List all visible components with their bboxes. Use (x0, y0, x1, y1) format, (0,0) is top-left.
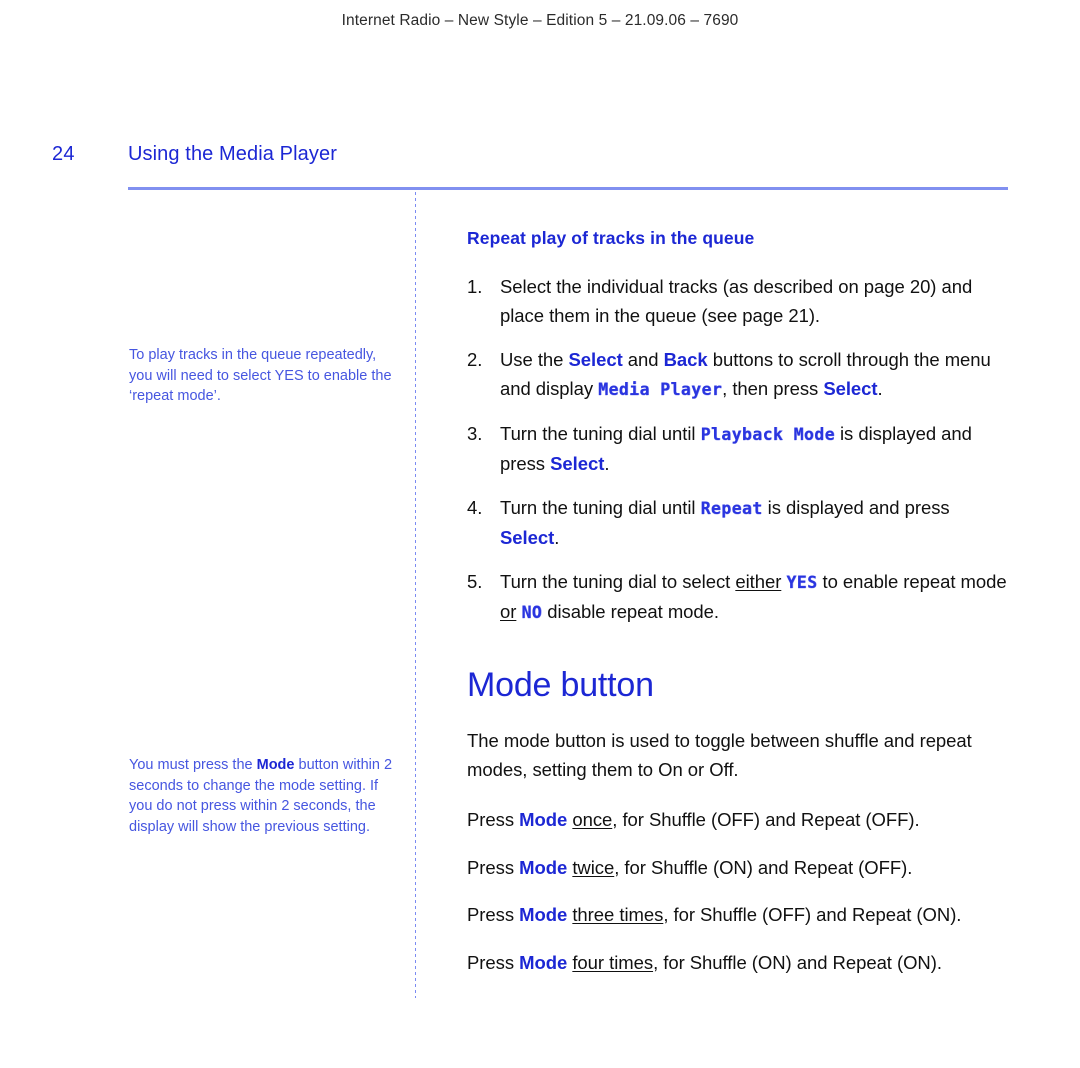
section-heading-repeat-play: Repeat play of tracks in the queue (467, 228, 755, 248)
running-header: Internet Radio – New Style – Edition 5 –… (341, 12, 739, 29)
margin-note-repeat-mode: To play tracks in the queue repeatedly, … (129, 347, 392, 405)
column-divider (415, 192, 416, 998)
main-content-column: Repeat play of tracks in the queue 1. Se… (467, 228, 1012, 996)
step-text: Use the Select and Back buttons to scrol… (500, 349, 991, 399)
press-mode-three-times-line: Press Mode three times, for Shuffle (OFF… (467, 904, 962, 925)
title-horizontal-rule (128, 187, 1008, 190)
step-text: Turn the tuning dial until Repeat is dis… (500, 497, 950, 548)
list-item: 5. Turn the tuning dial to select either… (467, 568, 1012, 627)
step-text: Turn the tuning dial to select either YE… (500, 571, 1007, 622)
step-text: Select the individual tracks (as describ… (500, 276, 973, 326)
key-name: Select (568, 349, 623, 370)
press-mode-twice-line: Press Mode twice, for Shuffle (ON) and R… (467, 856, 913, 878)
underlined-text: either (735, 571, 782, 592)
lcd-display-text: Media Player (598, 379, 723, 399)
step-number: 1. (467, 276, 483, 297)
lcd-display-text: YES (786, 573, 818, 592)
key-name: Back (663, 349, 708, 370)
step-number: 2. (467, 349, 483, 370)
key-name: Mode (519, 951, 568, 973)
underlined-text: twice (572, 856, 615, 878)
page-number: 24 (52, 143, 75, 165)
page-title-row: 24 Using the Media Player (0, 143, 1080, 173)
section-heading-mode-button: Mode button (467, 666, 654, 704)
margin-note-mode-timing: You must press the Mode button within 2 … (129, 757, 393, 835)
underlined-text: once (572, 809, 613, 830)
step-text: Turn the tuning dial until Playback Mode… (500, 423, 972, 474)
list-item: 4. Turn the tuning dial until Repeat is … (467, 494, 1012, 552)
bold-text: Mode (256, 757, 295, 773)
key-name: Mode (519, 809, 568, 830)
key-name: Mode (519, 856, 568, 878)
step-number: 5. (467, 571, 483, 592)
lcd-display-text: Playback Mode (700, 425, 835, 444)
mode-button-description: The mode button is used to toggle betwee… (467, 730, 972, 780)
press-mode-four-times-line: Press Mode four times, for Shuffle (ON) … (467, 951, 942, 973)
step-number: 3. (467, 423, 483, 444)
lcd-display-text: Repeat (700, 499, 763, 518)
list-item: 1. Select the individual tracks (as desc… (467, 273, 1012, 330)
list-item: 2. Use the Select and Back buttons to sc… (467, 346, 1012, 404)
list-item: 3. Turn the tuning dial until Playback M… (467, 420, 1012, 478)
key-name: Select (823, 377, 878, 399)
repeat-play-step-list: 1. Select the individual tracks (as desc… (467, 273, 1012, 627)
key-name: Mode (519, 904, 568, 925)
page-title: Using the Media Player (128, 143, 337, 165)
underlined-text: four times (572, 951, 654, 973)
underlined-text: or (500, 600, 517, 622)
key-name: Select (500, 526, 555, 548)
key-name: Select (550, 452, 605, 474)
step-number: 4. (467, 497, 483, 518)
underlined-text: three times (572, 904, 664, 925)
lcd-display-text: NO (521, 602, 543, 622)
press-mode-once-line: Press Mode once, for Shuffle (OFF) and R… (467, 809, 920, 830)
